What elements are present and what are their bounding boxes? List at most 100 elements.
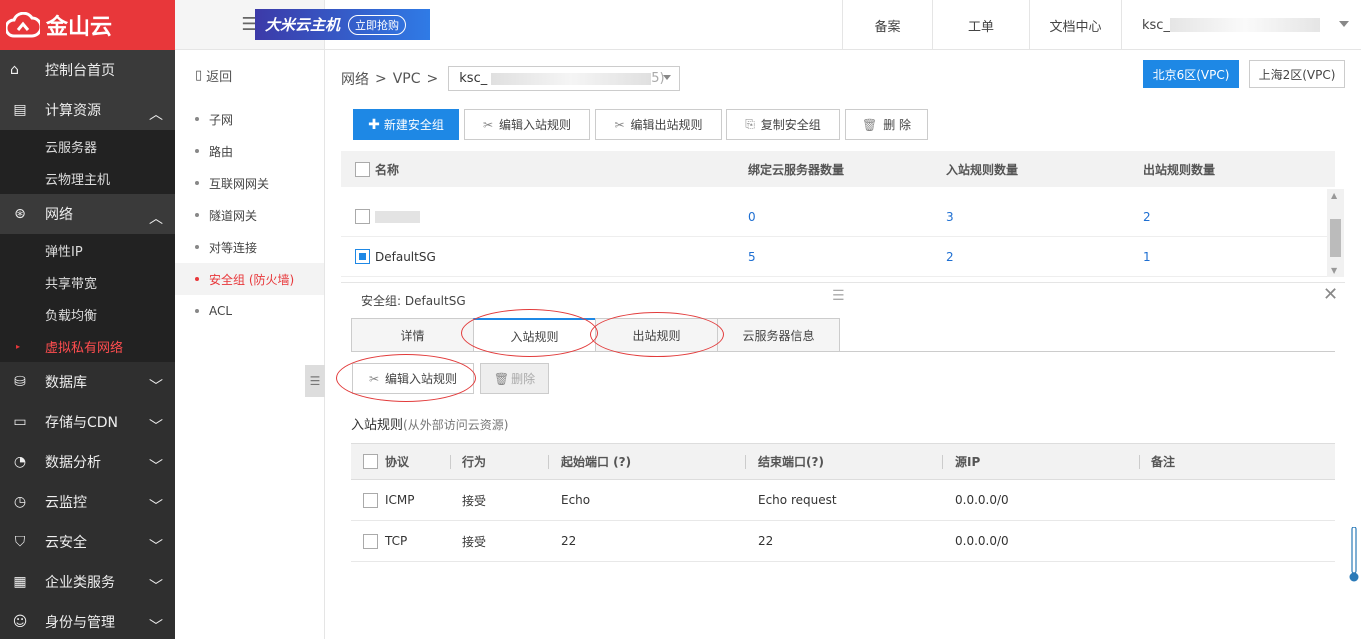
delete-button[interactable]: 🗑 删 除 bbox=[845, 109, 928, 140]
select-all-checkbox[interactable] bbox=[355, 161, 370, 177]
outbound-count[interactable]: 1 bbox=[1143, 250, 1151, 264]
drag-handle-icon[interactable]: ☰ bbox=[832, 288, 845, 304]
nav-home[interactable]: ⌂ 控制台首页 bbox=[0, 50, 175, 90]
list-icon: ☰ bbox=[309, 374, 321, 388]
subnav-item-route[interactable]: 路由 bbox=[175, 135, 324, 167]
subnav-item-subnet[interactable]: 子网 bbox=[175, 103, 324, 135]
subnav-item-security-group[interactable]: 安全组 (防火墙) bbox=[175, 263, 324, 295]
chevron-up-icon: ︿ bbox=[149, 211, 163, 227]
row-checkbox[interactable] bbox=[355, 209, 370, 224]
nav-analytics[interactable]: ◔ 数据分析 ﹀ bbox=[0, 442, 175, 482]
tab-details[interactable]: 详情 bbox=[351, 318, 474, 351]
storage-icon: ▭ bbox=[13, 414, 27, 430]
docs-link[interactable]: 文档中心 bbox=[1029, 0, 1121, 50]
bullet-icon bbox=[195, 117, 199, 121]
subnav-label: 隧道网关 bbox=[209, 208, 258, 223]
back-label: 返回 bbox=[206, 69, 233, 85]
nav-eip[interactable]: 弹性IP bbox=[0, 234, 175, 266]
subnav-item-acl[interactable]: ACL bbox=[175, 295, 324, 327]
subnav-item-igw[interactable]: 互联网网关 bbox=[175, 167, 324, 199]
rule-end-port: Echo request bbox=[758, 493, 837, 507]
nav-compute[interactable]: ▤ 计算资源 ︿ bbox=[0, 90, 175, 130]
nav-database[interactable]: ⛁ 数据库 ﹀ bbox=[0, 362, 175, 402]
table-scrollbar[interactable]: ▲ ▼ bbox=[1327, 189, 1344, 277]
region-beijing-button[interactable]: 北京6区(VPC) bbox=[1143, 60, 1239, 88]
nav-cloud-server[interactable]: 云服务器 bbox=[0, 130, 175, 162]
breadcrumb-vpc[interactable]: VPC bbox=[393, 71, 421, 87]
vpc-select-value: ksc_ bbox=[459, 71, 488, 86]
scroll-down-icon[interactable]: ▼ bbox=[1331, 266, 1337, 275]
nav-storage[interactable]: ▭ 存储与CDN ﹀ bbox=[0, 402, 175, 442]
nav-identity[interactable]: ☺ 身份与管理 ﹀ bbox=[0, 602, 175, 639]
account-menu[interactable]: ksc_ bbox=[1121, 0, 1361, 50]
nav-security[interactable]: ⛉ 云安全 ﹀ bbox=[0, 522, 175, 562]
new-security-group-button[interactable]: ✚ 新建安全组 bbox=[353, 109, 459, 140]
trash-icon: 🗑 bbox=[861, 117, 878, 132]
back-link[interactable]: ▯ 返回 bbox=[175, 50, 324, 100]
rule-protocol: ICMP bbox=[385, 493, 415, 507]
building-icon: ▦ bbox=[13, 574, 27, 590]
account-name: ksc_ bbox=[1142, 17, 1170, 33]
inbound-count[interactable]: 3 bbox=[946, 210, 954, 224]
scroll-up-icon[interactable]: ▲ bbox=[1331, 191, 1337, 200]
chevron-up-icon: ︿ bbox=[149, 107, 163, 123]
nav-vpc[interactable]: 虚拟私有网络 bbox=[0, 330, 175, 362]
row-checkbox[interactable] bbox=[355, 249, 370, 264]
record-link[interactable]: 备案 bbox=[842, 0, 932, 50]
network-icon: ⊛ bbox=[14, 206, 26, 222]
subnav-item-peering[interactable]: 对等连接 bbox=[175, 231, 324, 263]
subnav-label: 互联网网关 bbox=[209, 176, 270, 191]
table-row[interactable]: DefaultSG 5 2 1 bbox=[341, 237, 1327, 277]
table-row[interactable]: ICMP 接受 Echo Echo request 0.0.0.0/0 bbox=[351, 480, 1335, 521]
collapse-handle[interactable]: ☰ bbox=[305, 365, 325, 397]
chevron-down-icon: ﹀ bbox=[149, 419, 163, 435]
trash-icon: 🗑 bbox=[493, 371, 510, 386]
row-checkbox[interactable] bbox=[363, 480, 378, 520]
logo[interactable]: 金山云 bbox=[0, 0, 175, 50]
promo-buy-button[interactable]: 立即抢购 bbox=[348, 14, 407, 35]
table-row[interactable]: 0 3 2 bbox=[341, 197, 1327, 237]
tab-server-info[interactable]: 云服务器信息 bbox=[717, 318, 840, 351]
chevron-down-icon: ﹀ bbox=[149, 579, 163, 595]
vpc-select[interactable]: ksc_ 5) bbox=[448, 66, 681, 91]
servers-count[interactable]: 0 bbox=[748, 210, 756, 224]
breadcrumb-network[interactable]: 网络 bbox=[341, 69, 369, 89]
subnav-item-tunnel[interactable]: 隧道网关 bbox=[175, 199, 324, 231]
promo-banner[interactable]: 大米云主机 立即抢购 bbox=[255, 9, 430, 40]
left-nav: 金山云 ⌂ 控制台首页 ▤ 计算资源 ︿ 云服务器 云物理主机 ⊛ 网络 ︿ 弹… bbox=[0, 0, 175, 639]
scroll-thumb[interactable] bbox=[1330, 219, 1341, 257]
inbound-count[interactable]: 2 bbox=[946, 250, 954, 264]
thermometer-scroll-icon[interactable] bbox=[1349, 527, 1359, 583]
nav-monitor[interactable]: ◷ 云监控 ﹀ bbox=[0, 482, 175, 522]
nav-compute-label: 计算资源 bbox=[45, 103, 101, 119]
edit-in-label: 编辑入站规则 bbox=[499, 118, 572, 132]
sub-nav: ☰ ▯ 返回 子网 路由 互联网网关 隧道网关 对等连接 安全组 (防火墙) A… bbox=[175, 0, 325, 639]
subnav-label: 子网 bbox=[209, 112, 234, 127]
edit-outbound-button[interactable]: ✂ 编辑出站规则 bbox=[595, 109, 722, 140]
nav-enterprise[interactable]: ▦ 企业类服务 ﹀ bbox=[0, 562, 175, 602]
rule-action: 接受 bbox=[462, 534, 487, 549]
row-checkbox[interactable] bbox=[363, 521, 378, 561]
outbound-count[interactable]: 2 bbox=[1143, 210, 1151, 224]
sg-table-header: 名称 绑定云服务器数量 入站规则数量 出站规则数量 bbox=[341, 151, 1335, 187]
bullet-icon bbox=[195, 149, 199, 153]
nav-identity-label: 身份与管理 bbox=[45, 615, 115, 631]
nav-storage-label: 存储与CDN bbox=[45, 415, 119, 431]
rule-start-port: 22 bbox=[561, 534, 577, 548]
edit-inbound-button[interactable]: ✂ 编辑入站规则 bbox=[464, 109, 590, 140]
annotation-oval bbox=[590, 312, 724, 357]
table-row[interactable]: TCP 接受 22 22 0.0.0.0/0 bbox=[351, 521, 1335, 562]
ticket-link[interactable]: 工单 bbox=[932, 0, 1029, 50]
rule-start-port: Echo bbox=[561, 493, 591, 507]
servers-count[interactable]: 5 bbox=[748, 250, 756, 264]
nav-physical-host[interactable]: 云物理主机 bbox=[0, 162, 175, 194]
close-icon[interactable]: ✕ bbox=[1323, 284, 1338, 305]
select-all-checkbox[interactable] bbox=[363, 444, 378, 479]
copy-security-group-button[interactable]: ⎘ 复制安全组 bbox=[726, 109, 840, 140]
delete-rule-button[interactable]: 🗑 删除 bbox=[480, 363, 549, 394]
nav-load-balancer[interactable]: 负载均衡 bbox=[0, 298, 175, 330]
rule-source-ip: 0.0.0.0/0 bbox=[955, 493, 1009, 507]
region-shanghai-button[interactable]: 上海2区(VPC) bbox=[1249, 60, 1345, 88]
nav-shared-bandwidth[interactable]: 共享带宽 bbox=[0, 266, 175, 298]
nav-network[interactable]: ⊛ 网络 ︿ bbox=[0, 194, 175, 234]
